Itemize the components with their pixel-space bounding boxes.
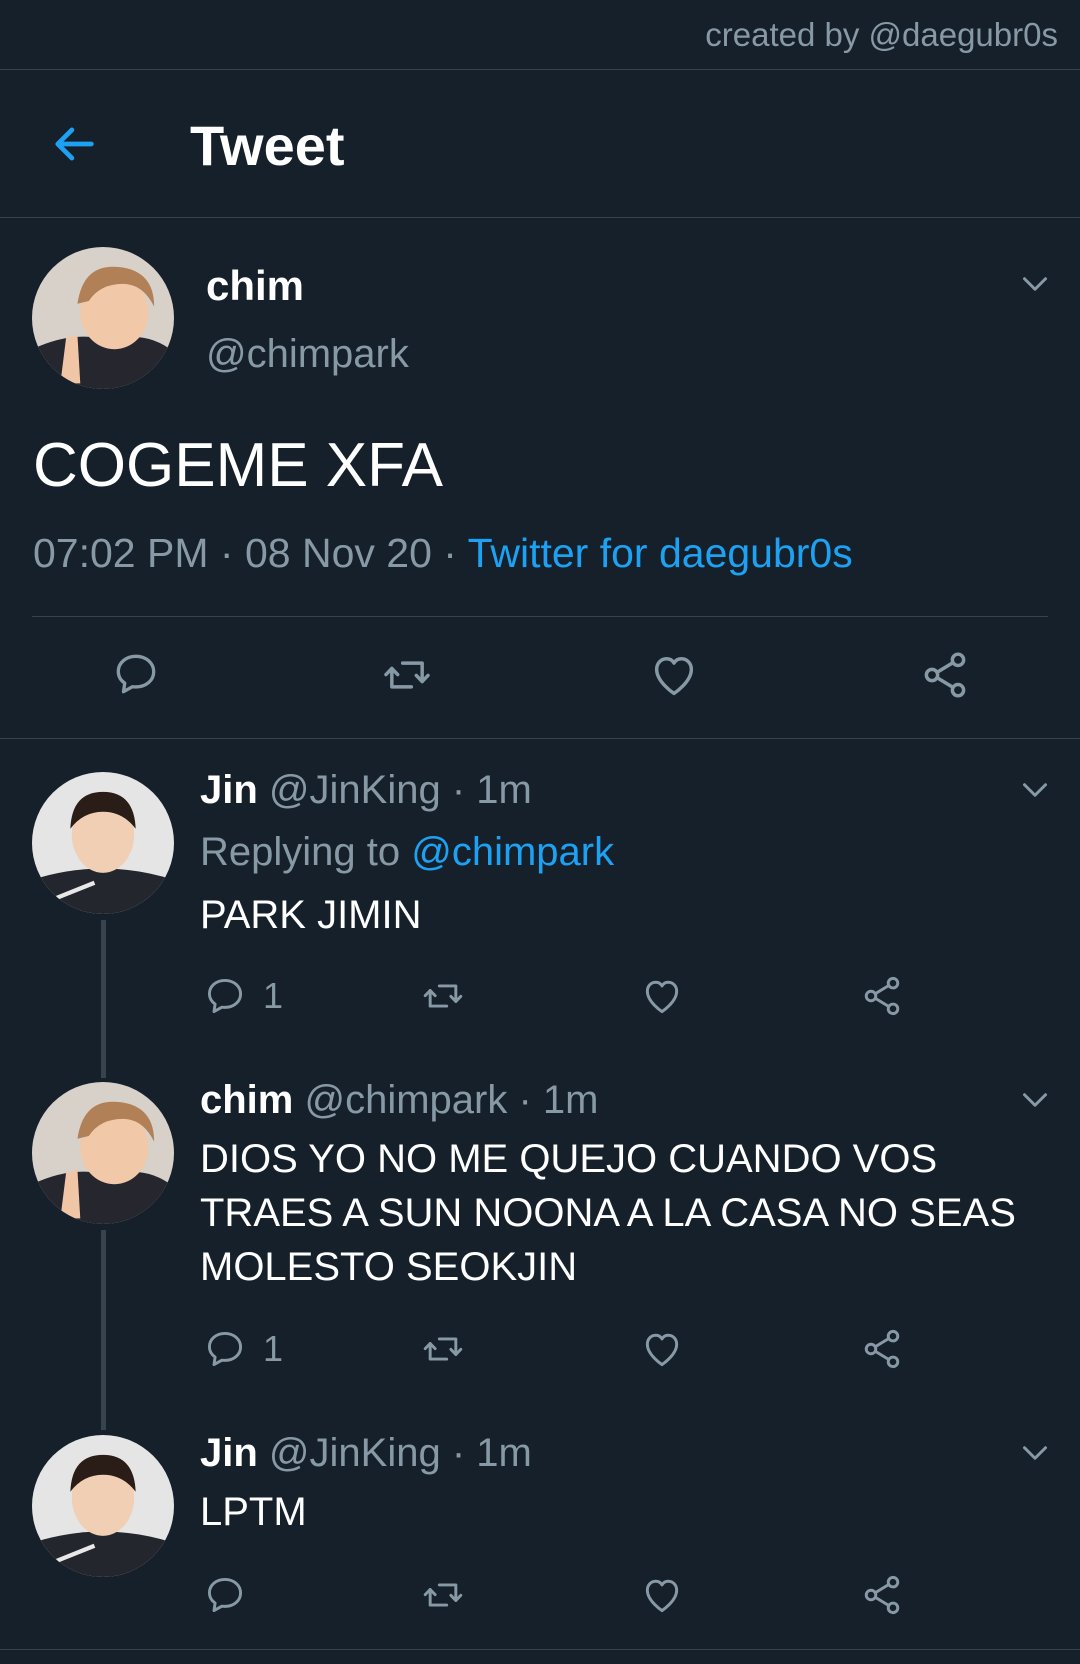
like-icon [648, 649, 700, 701]
avatar[interactable] [32, 247, 174, 389]
replying-to-mention[interactable]: @chimpark [411, 830, 614, 874]
author-name[interactable]: Jin [200, 768, 258, 812]
avatar-image [32, 772, 174, 914]
reply-icon [203, 1327, 247, 1371]
back-button[interactable] [48, 118, 100, 170]
share-icon [860, 974, 904, 1018]
meta-separator: · [443, 530, 457, 576]
like-button[interactable] [640, 1327, 684, 1371]
retweet-button[interactable] [377, 649, 437, 701]
meta-separator: · [219, 530, 234, 576]
chevron-down-icon[interactable] [1017, 1082, 1053, 1118]
reply-time: · 1m [518, 1078, 599, 1122]
like-icon [640, 974, 684, 1018]
avatar[interactable] [32, 772, 174, 914]
reply-count: 1 [263, 1328, 284, 1369]
thread-connector [101, 1230, 106, 1430]
reply-text: LPTM [200, 1490, 307, 1534]
credit-bar: created by @daegubr0s [0, 0, 1080, 70]
reply-time: · 1m [451, 1431, 532, 1475]
author-name[interactable]: chim [206, 262, 304, 310]
reply-button[interactable]: 1 [203, 974, 283, 1018]
avatar-image [32, 247, 174, 389]
author-handle[interactable]: @JinKing [269, 768, 441, 812]
thread-connector [101, 920, 106, 1078]
retweet-icon [377, 649, 437, 701]
reply-button[interactable]: 1 [203, 1327, 283, 1371]
like-icon [640, 1573, 684, 1617]
reply-header: Jin @JinKing · 1m [200, 768, 532, 813]
replying-to-label: Replying to [200, 830, 401, 874]
like-button[interactable] [640, 1573, 684, 1617]
reply-button[interactable] [203, 1573, 247, 1617]
reply-header: chim @chimpark · 1m [200, 1078, 598, 1123]
replying-to-line: Replying to @chimpark [200, 830, 614, 875]
chevron-down-icon[interactable] [1017, 1435, 1053, 1471]
retweet-button[interactable] [417, 1573, 469, 1617]
retweet-button[interactable] [417, 974, 469, 1018]
tweet-meta: 07:02 PM · 08 Nov 20 · Twitter for daegu… [33, 530, 853, 577]
share-icon [919, 649, 971, 701]
tweet-date: 08 Nov 20 [244, 530, 432, 576]
tweet-source-link[interactable]: Twitter for daegubr0s [468, 530, 853, 576]
retweet-icon [417, 1573, 469, 1617]
reply-icon [203, 1573, 247, 1617]
reply-count: 1 [263, 975, 284, 1016]
share-button[interactable] [860, 974, 904, 1018]
avatar-image [32, 1082, 174, 1224]
like-icon [640, 1327, 684, 1371]
share-icon [860, 1573, 904, 1617]
like-button[interactable] [648, 649, 700, 701]
arrow-left-icon [55, 127, 94, 161]
reply-button[interactable] [111, 649, 161, 699]
reply-time: · 1m [451, 768, 532, 812]
author-handle[interactable]: @chimpark [206, 332, 409, 377]
retweet-button[interactable] [417, 1327, 469, 1371]
divider [32, 616, 1048, 617]
share-button[interactable] [860, 1327, 904, 1371]
chevron-down-icon[interactable] [1017, 772, 1053, 808]
author-handle[interactable]: @chimpark [304, 1078, 507, 1122]
author-name[interactable]: Jin [200, 1431, 258, 1475]
page-title: Tweet [190, 114, 345, 177]
share-button[interactable] [860, 1573, 904, 1617]
tweet-time: 07:02 PM [33, 530, 209, 576]
retweet-icon [417, 1327, 469, 1371]
reply-icon [111, 649, 161, 699]
divider [0, 1649, 1080, 1650]
author-name[interactable]: chim [200, 1078, 293, 1122]
reply-icon [203, 974, 247, 1018]
share-button[interactable] [919, 649, 971, 701]
avatar[interactable] [32, 1435, 174, 1577]
avatar-image [32, 1435, 174, 1577]
tweet-text: COGEME XFA [33, 431, 443, 500]
divider [0, 738, 1080, 739]
reply-text: DIOS YO NO ME QUEJO CUANDO VOS TRAES A S… [200, 1137, 1016, 1289]
reply-header: Jin @JinKing · 1m [200, 1431, 532, 1476]
avatar[interactable] [32, 1082, 174, 1224]
watermark-credit: created by @daegubr0s [705, 16, 1058, 53]
share-icon [860, 1327, 904, 1371]
top-bar: Tweet [0, 70, 1080, 218]
like-button[interactable] [640, 974, 684, 1018]
author-handle[interactable]: @JinKing [269, 1431, 441, 1475]
retweet-icon [417, 974, 469, 1018]
reply-text: PARK JIMIN [200, 893, 422, 937]
chevron-down-icon[interactable] [1017, 266, 1053, 302]
